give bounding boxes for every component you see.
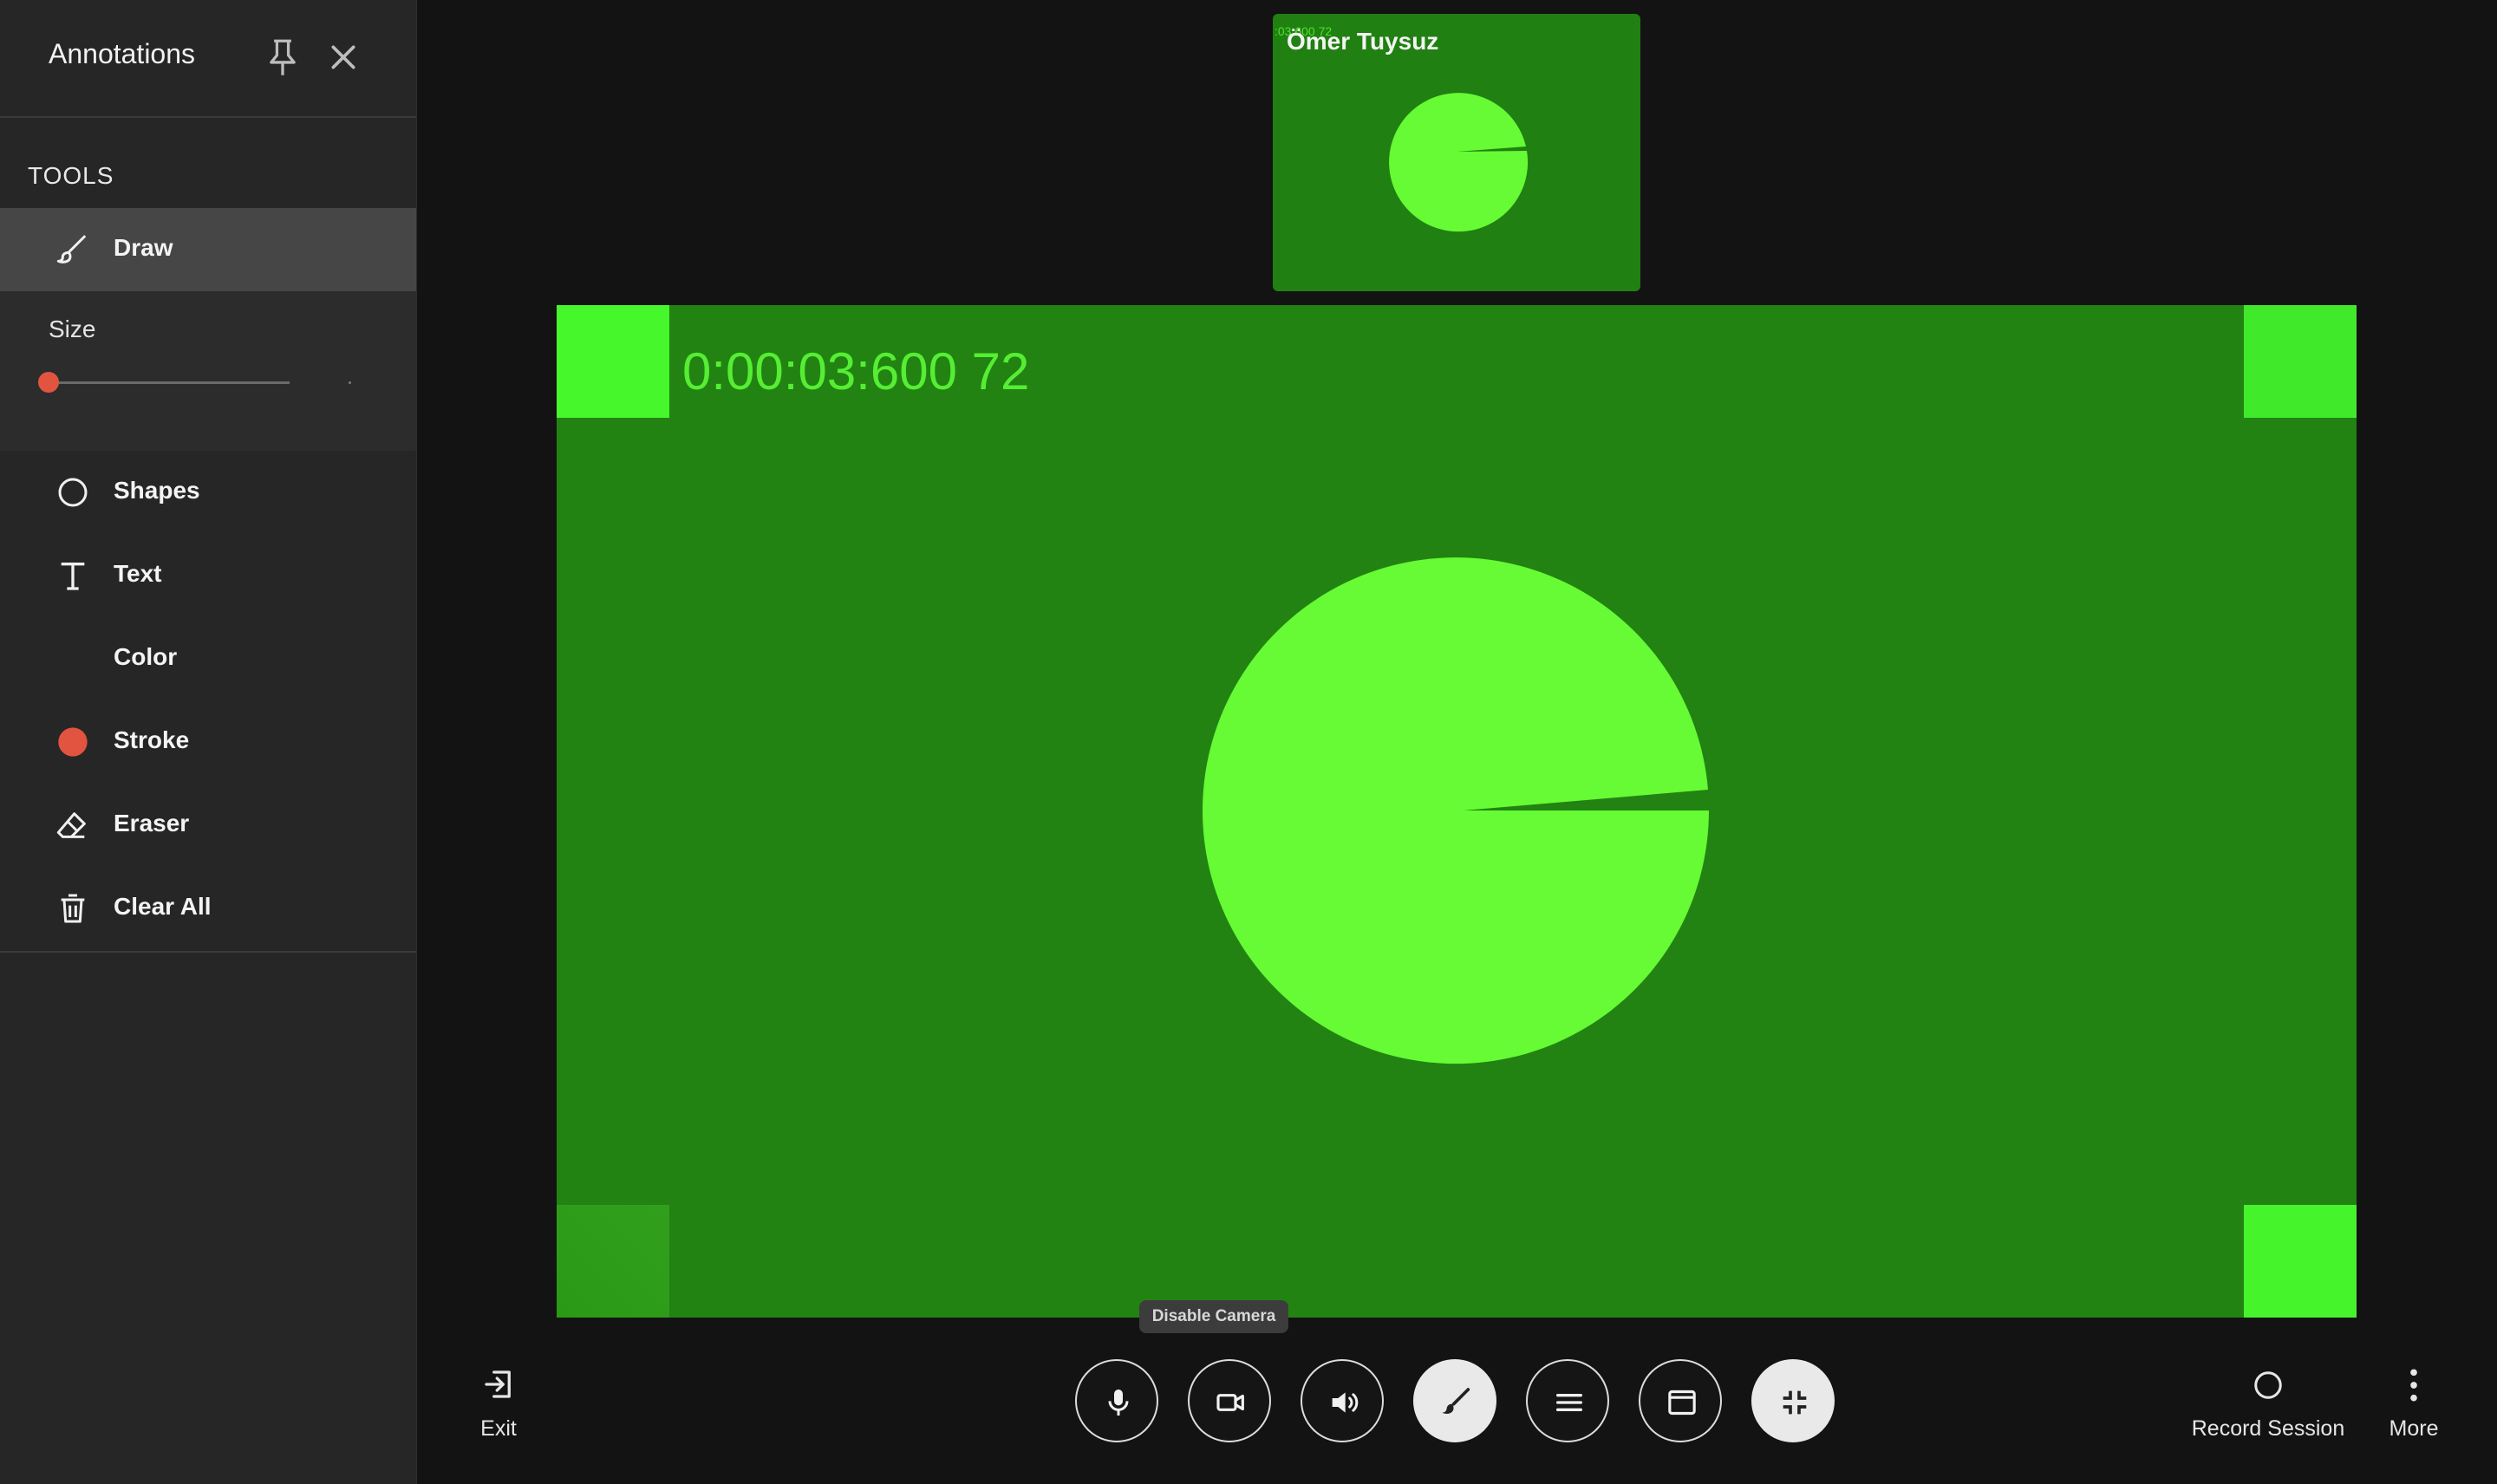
tool-clear-all[interactable]: Clear All: [0, 867, 416, 950]
tool-draw-label: Draw: [114, 234, 173, 261]
pie-clock-graphic: [1203, 557, 1710, 1064]
circle-icon: [58, 478, 88, 507]
text-icon: [61, 563, 85, 590]
pin-icon: [270, 39, 296, 75]
tool-text-label: Text: [114, 560, 162, 587]
close-icon: [331, 45, 355, 69]
tool-stroke[interactable]: Stroke: [0, 700, 416, 784]
tool-eraser-label: Eraser: [114, 810, 190, 836]
window-button[interactable]: [1639, 1359, 1722, 1442]
camera-button[interactable]: [1188, 1359, 1271, 1442]
camera-icon: [1216, 1394, 1244, 1411]
mic-icon: [1108, 1390, 1129, 1416]
tool-shapes[interactable]: Shapes: [0, 451, 416, 534]
microphone-button[interactable]: [1075, 1359, 1158, 1442]
brush-icon: [56, 235, 86, 264]
speaker-icon: [1332, 1392, 1359, 1413]
size-section: Size: [0, 291, 416, 451]
tool-stroke-label: Stroke: [114, 726, 190, 753]
tools-heading: TOOLS: [28, 162, 114, 189]
size-slider-thumb[interactable]: [38, 372, 59, 393]
record-session-button[interactable]: Record Session: [2181, 1361, 2355, 1444]
annotate-button[interactable]: [1413, 1359, 1496, 1442]
tool-color-label: Color: [114, 643, 178, 670]
panel-title: Annotations: [49, 38, 196, 69]
close-panel-button[interactable]: [326, 40, 361, 75]
more-label: More: [2389, 1416, 2439, 1441]
tool-shapes-label: Shapes: [114, 477, 200, 504]
main-video-stream: 0:00:03:600 72: [557, 305, 2357, 1318]
record-icon: [2254, 1371, 2282, 1399]
trash-icon: [61, 894, 85, 923]
pin-button[interactable]: [265, 38, 300, 78]
exit-button[interactable]: Exit: [460, 1361, 538, 1444]
record-session-label: Record Session: [2191, 1416, 2345, 1441]
menu-button[interactable]: [1526, 1359, 1609, 1442]
exit-icon: [485, 1370, 511, 1398]
brush-icon: [1442, 1388, 1470, 1415]
self-view-tile[interactable]: :03:600 72 Ömer Tuysuz: [1273, 14, 1640, 291]
tool-draw[interactable]: Draw: [0, 208, 416, 291]
exit-label: Exit: [480, 1416, 517, 1441]
panel-divider: [0, 951, 416, 953]
disable-camera-tooltip: Disable Camera: [1139, 1300, 1288, 1333]
size-slider-track[interactable]: [49, 381, 290, 384]
eraser-icon: [56, 812, 86, 838]
speaker-button[interactable]: [1301, 1359, 1384, 1442]
participant-name: Ömer Tuysuz: [1287, 28, 1439, 55]
size-label: Size: [49, 316, 96, 342]
window-icon: [1668, 1390, 1696, 1416]
more-vertical-icon: [2410, 1369, 2417, 1402]
panel-header: Annotations: [0, 0, 416, 118]
more-button[interactable]: More: [2376, 1361, 2452, 1444]
tool-clear-all-label: Clear All: [114, 893, 212, 920]
tool-text[interactable]: Text: [0, 534, 416, 617]
menu-icon: [1556, 1394, 1582, 1411]
exit-fullscreen-button[interactable]: [1751, 1359, 1835, 1442]
annotations-panel: Annotations TOOLS Draw Size Shapes Text …: [0, 0, 417, 1484]
self-video-frame: [1389, 93, 1529, 232]
exit-fullscreen-icon: [1783, 1390, 1807, 1415]
size-preview-dot: [349, 381, 351, 384]
tool-eraser[interactable]: Eraser: [0, 784, 416, 867]
stroke-color-icon: [58, 727, 88, 757]
tool-color[interactable]: Color: [0, 617, 416, 700]
